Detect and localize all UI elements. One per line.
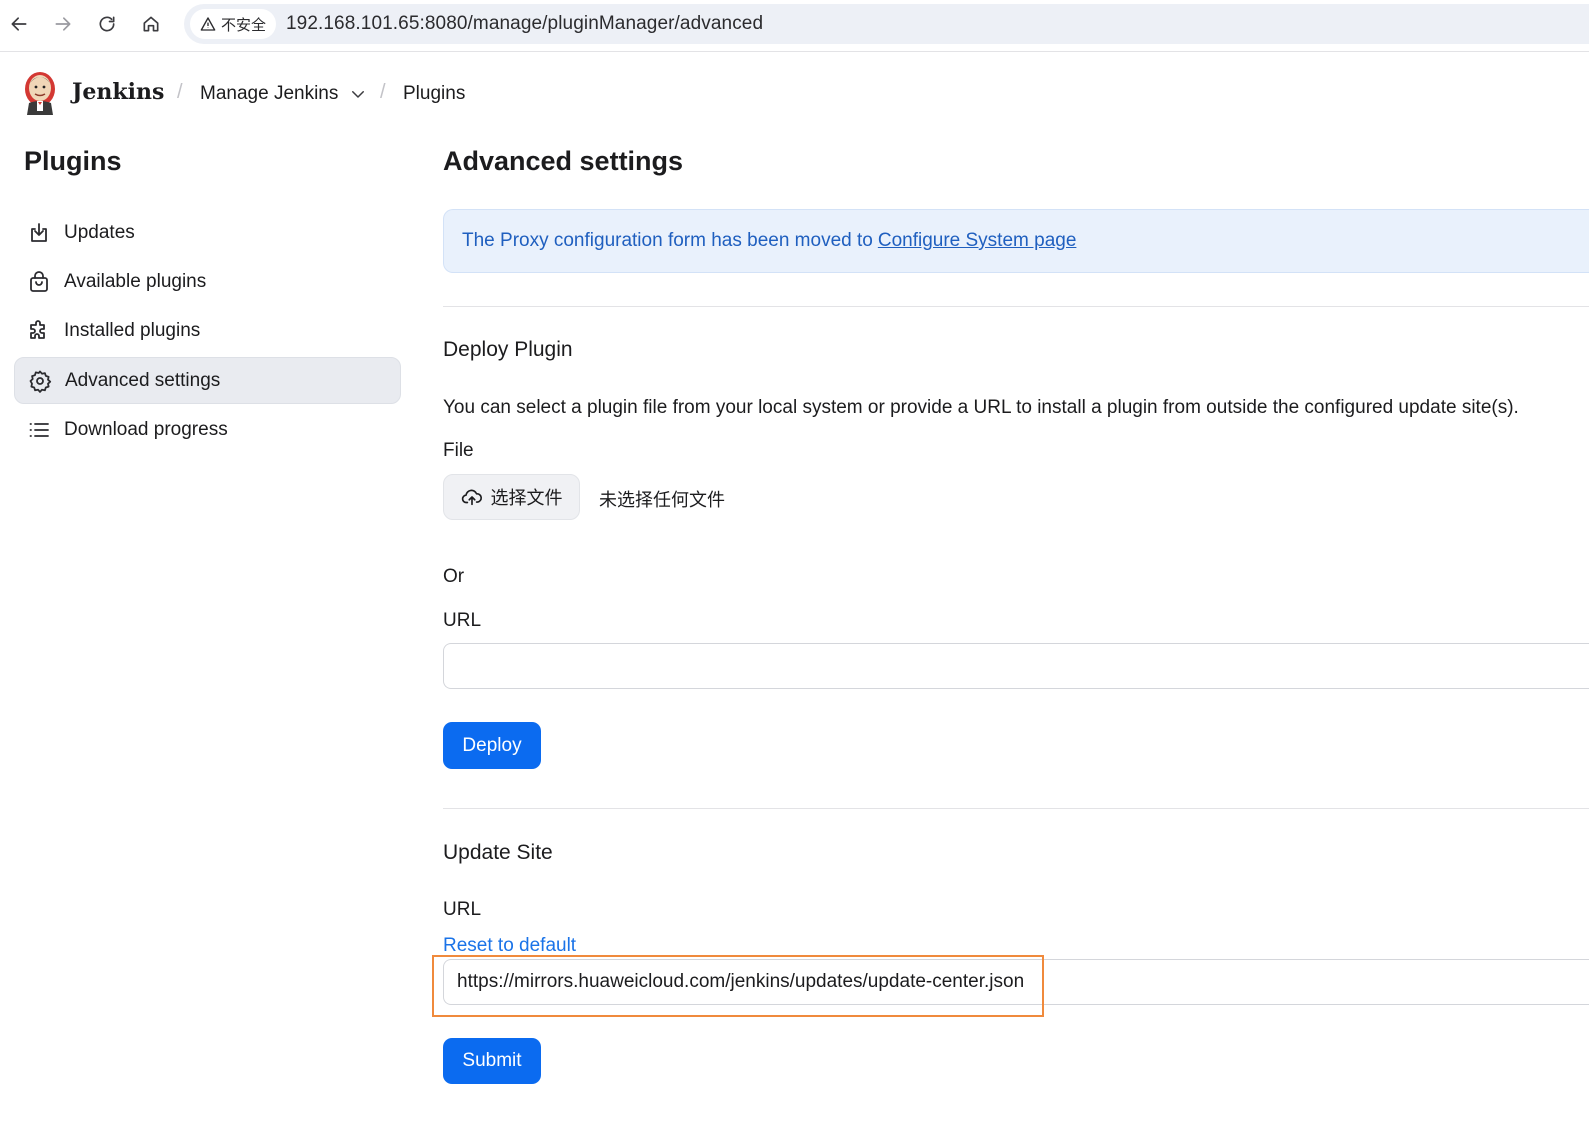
deploy-url-input[interactable]	[443, 643, 1589, 689]
gear-icon	[27, 368, 53, 394]
shopping-bag-icon	[26, 269, 52, 295]
deploy-description: You can select a plugin file from your l…	[443, 397, 1519, 418]
reset-to-default-link[interactable]: Reset to default	[443, 935, 576, 957]
security-indicator[interactable]: 不安全	[190, 9, 277, 39]
sidebar-item-label: Download progress	[64, 418, 228, 440]
update-site-url-input[interactable]: https://mirrors.huaweicloud.com/jenkins/…	[443, 959, 1589, 1005]
jenkins-brand[interactable]: Jenkins	[72, 79, 164, 105]
jenkins-logo-icon[interactable]	[22, 69, 58, 117]
reload-icon	[99, 16, 115, 32]
forward-button[interactable]	[49, 10, 77, 38]
sidebar-item-label: Updates	[64, 221, 135, 243]
page-title: Advanced settings	[443, 146, 684, 176]
address-bar[interactable]: 不安全 192.168.101.65:8080/manage/pluginMan…	[184, 4, 1589, 44]
sidebar-item-updates[interactable]: Updates	[14, 209, 401, 256]
submit-button[interactable]: Submit	[443, 1038, 541, 1084]
sidebar-item-available-plugins[interactable]: Available plugins	[14, 258, 401, 305]
section-divider	[443, 808, 1589, 809]
url-text[interactable]: 192.168.101.65:8080/manage/pluginManager…	[286, 13, 763, 35]
breadcrumb-manage-jenkins[interactable]: Manage Jenkins	[200, 83, 338, 105]
file-status: 未选择任何文件	[599, 490, 725, 510]
sidebar-item-download-progress[interactable]: Download progress	[14, 406, 401, 453]
home-icon	[143, 16, 159, 32]
notice-text: The Proxy configuration form has been mo…	[462, 230, 873, 251]
browser-toolbar: 不安全 192.168.101.65:8080/manage/pluginMan…	[0, 0, 1589, 52]
chevron-down-icon[interactable]	[349, 85, 367, 103]
sidebar-item-label: Advanced settings	[65, 369, 221, 391]
security-label: 不安全	[221, 16, 267, 34]
deploy-button[interactable]: Deploy	[443, 722, 541, 769]
sidebar-item-advanced-settings[interactable]: Advanced settings	[14, 357, 401, 404]
sidebar-item-installed-plugins[interactable]: Installed plugins	[14, 307, 401, 354]
deploy-url-label: URL	[443, 610, 482, 631]
update-site-title: Update Site	[443, 841, 553, 864]
deploy-plugin-title: Deploy Plugin	[443, 338, 573, 361]
sidebar-item-label: Installed plugins	[64, 319, 201, 341]
breadcrumb-plugins[interactable]: Plugins	[403, 83, 465, 105]
breadcrumb-separator: /	[380, 81, 386, 103]
back-button[interactable]	[5, 10, 33, 38]
list-icon	[26, 417, 52, 443]
arrow-right-icon	[55, 17, 71, 31]
puzzle-icon	[26, 318, 52, 344]
or-label: Or	[443, 566, 465, 587]
update-site-url-label: URL	[443, 899, 482, 920]
configure-system-link[interactable]: Configure System page	[878, 230, 1077, 252]
reload-button[interactable]	[93, 10, 121, 38]
choose-file-label: 选择文件	[490, 488, 563, 508]
sidebar-item-label: Available plugins	[64, 270, 207, 292]
section-divider	[443, 306, 1589, 307]
breadcrumb-separator: /	[177, 81, 183, 103]
file-label: File	[443, 440, 474, 461]
sidebar-title: Plugins	[24, 146, 122, 176]
download-icon	[26, 220, 52, 246]
cloud-upload-icon	[461, 489, 482, 506]
proxy-notice: The Proxy configuration form has been mo…	[443, 209, 1589, 273]
arrow-left-icon	[11, 17, 27, 31]
choose-file-button[interactable]: 选择文件	[443, 474, 580, 520]
jenkins-header: Jenkins / Manage Jenkins / Plugins	[0, 53, 1589, 137]
warning-icon	[200, 17, 216, 31]
home-button[interactable]	[137, 10, 165, 38]
